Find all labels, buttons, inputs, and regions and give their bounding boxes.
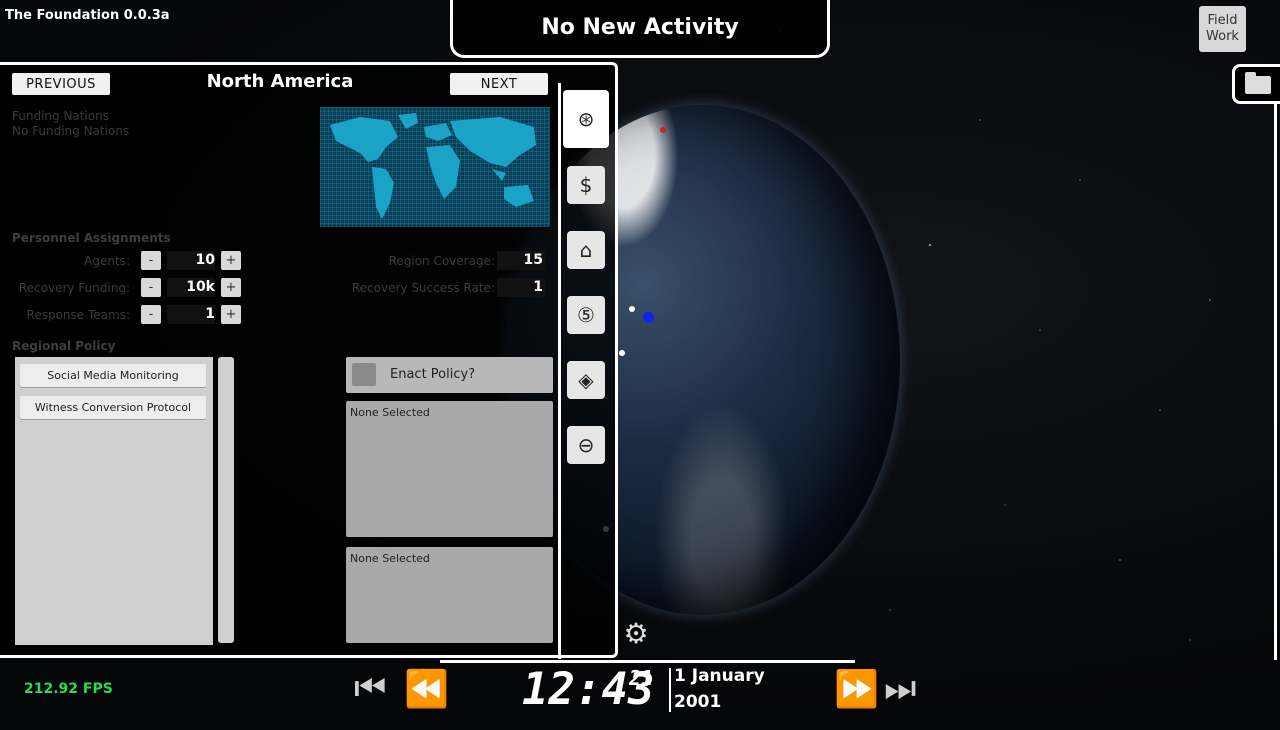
land-mass bbox=[330, 117, 398, 162]
policy-effects-box: None Selected bbox=[346, 547, 553, 643]
policy-social-media-monitoring[interactable]: Social Media Monitoring bbox=[20, 364, 206, 387]
region-marker-red[interactable] bbox=[660, 127, 666, 133]
region-panel: PREVIOUS North America NEXT Funding Nati… bbox=[0, 62, 618, 659]
region-coverage-value: 15 bbox=[497, 251, 545, 270]
settings-gear-icon[interactable]: ⚙ bbox=[620, 618, 652, 650]
skip-back-icon[interactable]: ⏮ bbox=[354, 668, 387, 710]
funding-nations-value: No Funding Nations bbox=[12, 124, 130, 138]
recovery-funding-decrease-button[interactable]: - bbox=[141, 278, 161, 297]
recovery-funding-increase-button[interactable]: + bbox=[221, 278, 241, 297]
world-map bbox=[320, 107, 550, 227]
globe-icon: ⊖ bbox=[577, 433, 595, 457]
fps-counter: 212.92 FPS bbox=[24, 681, 113, 697]
building-icon: ⌂ bbox=[579, 238, 593, 262]
agents-increase-button[interactable]: + bbox=[221, 251, 241, 270]
policy-list-scrollbar[interactable] bbox=[218, 357, 234, 643]
foundation-logo-icon: ⊛ bbox=[577, 107, 595, 131]
game-date-day-month: 1 January bbox=[674, 666, 765, 686]
personnel-heading: Personnel Assignments bbox=[12, 231, 171, 245]
skip-forward-icon[interactable]: ⏭ bbox=[884, 668, 917, 710]
land-mass bbox=[424, 123, 452, 141]
anomaly-dot[interactable] bbox=[629, 306, 635, 312]
right-rail-divider bbox=[1274, 104, 1277, 660]
land-mass bbox=[492, 169, 506, 181]
game-clock-seconds: 21 bbox=[629, 666, 654, 690]
diamond-icon: ◈ bbox=[578, 368, 594, 392]
land-mass bbox=[504, 185, 534, 207]
regional-policy-heading: Regional Policy bbox=[12, 339, 116, 353]
version-label: The Foundation 0.0.3a bbox=[5, 8, 170, 23]
land-mass bbox=[450, 117, 536, 167]
land-mass bbox=[426, 145, 460, 199]
dollar-icon: $ bbox=[579, 173, 593, 197]
files-tab[interactable] bbox=[1232, 64, 1280, 104]
tab-level-five[interactable]: ⑤ bbox=[567, 296, 605, 334]
fast-forward-icon[interactable]: ⏩ bbox=[834, 668, 879, 710]
response-teams-increase-button[interactable]: + bbox=[221, 305, 241, 324]
policy-witness-conversion-protocol[interactable]: Witness Conversion Protocol bbox=[20, 396, 206, 419]
enact-policy-label: Enact Policy? bbox=[390, 367, 476, 382]
folder-icon bbox=[1245, 72, 1271, 94]
agents-decrease-button[interactable]: - bbox=[141, 251, 161, 270]
tab-facilities[interactable]: ⌂ bbox=[567, 231, 605, 269]
funding-nations-label: Funding Nations bbox=[12, 109, 110, 123]
tab-global-view[interactable]: ⊖ bbox=[567, 426, 605, 464]
tab-research[interactable]: ◈ bbox=[567, 361, 605, 399]
date-divider bbox=[669, 668, 671, 712]
number-five-icon: ⑤ bbox=[577, 303, 595, 327]
agents-value: 10 bbox=[167, 251, 215, 270]
policy-detail-box: None Selected bbox=[346, 401, 553, 537]
land-mass bbox=[398, 113, 418, 129]
enact-policy-checkbox[interactable] bbox=[352, 363, 376, 386]
rewind-icon[interactable]: ⏪ bbox=[404, 668, 449, 710]
region-marker-blue[interactable] bbox=[643, 312, 654, 323]
recovery-success-value: 1 bbox=[497, 278, 545, 297]
policy-detail-text: None Selected bbox=[350, 406, 430, 419]
response-teams-decrease-button[interactable]: - bbox=[141, 305, 161, 324]
response-teams-value: 1 bbox=[167, 305, 215, 324]
world-map-land bbox=[330, 113, 536, 219]
tab-column-divider bbox=[558, 83, 561, 659]
tab-finances[interactable]: $ bbox=[567, 166, 605, 204]
recovery-funding-label: Recovery Funding: bbox=[18, 281, 130, 295]
game-date-year: 2001 bbox=[674, 692, 722, 712]
recovery-success-label: Recovery Success Rate: bbox=[351, 281, 495, 295]
policy-effects-text: None Selected bbox=[350, 552, 430, 565]
activity-banner[interactable]: No New Activity bbox=[450, 0, 830, 58]
response-teams-label: Response Teams: bbox=[26, 308, 130, 322]
tab-foundation-overview[interactable]: ⊛ bbox=[563, 90, 609, 148]
land-mass bbox=[372, 167, 394, 219]
field-work-label-line1: Field bbox=[1207, 13, 1238, 28]
region-title: North America bbox=[206, 71, 354, 92]
region-coverage-label: Region Coverage: bbox=[388, 254, 495, 268]
next-region-button[interactable]: NEXT bbox=[450, 73, 548, 95]
previous-region-button[interactable]: PREVIOUS bbox=[12, 73, 110, 95]
field-work-label-line2: Work bbox=[1206, 29, 1239, 44]
policy-list: Social Media Monitoring Witness Conversi… bbox=[15, 357, 213, 645]
activity-text: No New Activity bbox=[541, 15, 739, 40]
anomaly-dot[interactable] bbox=[619, 350, 625, 356]
agents-label: Agents: bbox=[84, 254, 130, 268]
enact-policy-toggle[interactable]: Enact Policy? bbox=[346, 357, 553, 393]
field-work-button[interactable]: Field Work bbox=[1199, 6, 1246, 52]
recovery-funding-value: 10k bbox=[167, 278, 215, 297]
